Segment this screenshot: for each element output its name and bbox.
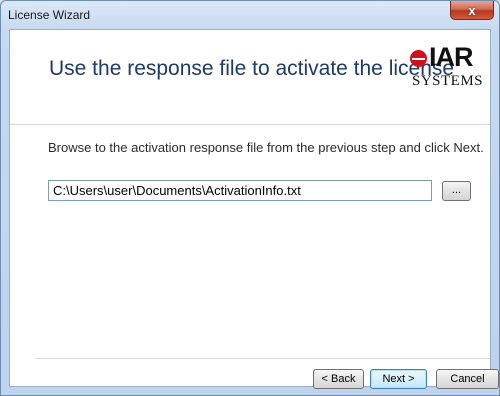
close-icon: x bbox=[468, 2, 476, 18]
logo-brand-text: IAR bbox=[429, 42, 473, 72]
wizard-header: Use the response file to activate the li… bbox=[10, 30, 490, 125]
logo-sub-text: SYSTEMS bbox=[412, 73, 484, 89]
wizard-page: Use the response file to activate the li… bbox=[9, 29, 499, 389]
title-bar[interactable]: License Wizard x bbox=[1, 1, 499, 29]
next-button[interactable]: Next > bbox=[370, 369, 427, 389]
back-button[interactable]: < Back bbox=[313, 369, 364, 389]
page-title: Use the response file to activate the li… bbox=[49, 57, 455, 80]
browse-button[interactable]: ... bbox=[442, 181, 471, 201]
iar-systems-logo: IAR SYSTEMS bbox=[408, 42, 483, 94]
license-wizard-window: License Wizard x Use the response file t… bbox=[0, 0, 500, 396]
iar-logo-mark-icon bbox=[410, 50, 427, 67]
instruction-text: Browse to the activation response file f… bbox=[48, 140, 484, 155]
window-title: License Wizard bbox=[8, 8, 91, 22]
cancel-button[interactable]: Cancel bbox=[436, 369, 499, 389]
close-button[interactable]: x bbox=[450, 1, 494, 20]
footer-divider bbox=[36, 358, 490, 359]
response-file-path-input[interactable] bbox=[48, 180, 432, 201]
